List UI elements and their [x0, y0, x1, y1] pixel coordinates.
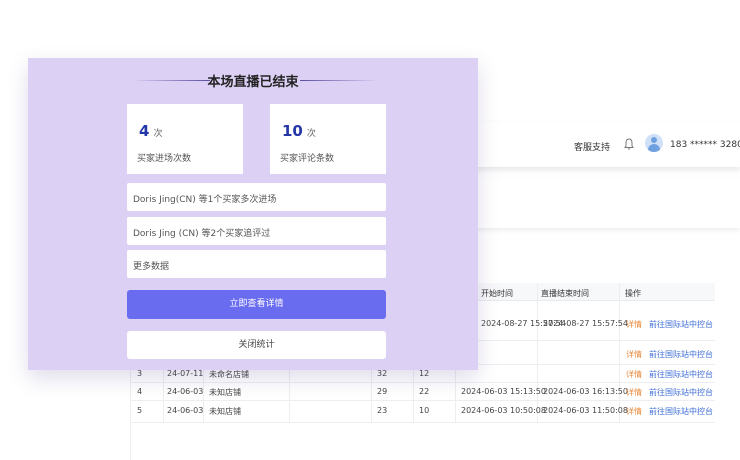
title-divider-right — [300, 80, 378, 81]
filter-panel — [470, 178, 740, 228]
avatar[interactable] — [645, 134, 663, 152]
detail-link[interactable]: 详情 — [626, 406, 642, 417]
stat-value: 10 — [282, 122, 303, 140]
console-link[interactable]: 前往国际站中控台 — [649, 319, 713, 330]
detail-link[interactable]: 详情 — [626, 369, 642, 380]
console-link[interactable]: 前往国际站中控台 — [649, 369, 713, 380]
console-link[interactable]: 前往国际站中控台 — [649, 387, 713, 398]
col-start-time: 开始时间 — [481, 289, 513, 298]
app-header: 客服支持 183 ****** 3280 — [470, 122, 740, 167]
stat-card-entries: 4次 买家进场次数 — [127, 104, 243, 174]
view-details-button[interactable]: 立即查看详情 — [127, 290, 386, 319]
info-row-follow-up-comment[interactable]: Doris Jing (CN) 等2个买家追评过 — [127, 217, 386, 245]
close-stats-button[interactable]: 关闭统计 — [127, 331, 386, 359]
user-phone: 183 ****** 3280 — [670, 140, 740, 150]
live-ended-modal: 本场直播已结束 4次 买家进场次数 10 次 买家评论条数 Doris Jing(… — [28, 58, 478, 370]
info-text: Doris Jing (CN) 等2个买家追评过 — [133, 229, 271, 239]
col-end-time: 直播结束时间 — [541, 289, 589, 298]
stat-value: 4 — [139, 122, 150, 140]
table-row: 5 24-06-03 未知店铺 23 10 2024-06-03 10:50:0… — [131, 401, 715, 423]
stat-unit: 次 — [306, 129, 316, 139]
stat-unit: 次 — [153, 129, 163, 139]
detail-link[interactable]: 详情 — [626, 319, 642, 330]
col-actions: 操作 — [625, 289, 641, 298]
support-link[interactable]: 客服支持 — [574, 140, 610, 153]
info-row-more-data[interactable]: 更多数据 — [127, 250, 386, 278]
info-row-repeat-entry[interactable]: Doris Jing(CN) 等1个买家多次进场 — [127, 183, 386, 211]
bell-icon[interactable] — [622, 137, 636, 151]
modal-title-wrap: 本场直播已结束 — [128, 70, 378, 90]
detail-link[interactable]: 详情 — [626, 387, 642, 398]
info-text: Doris Jing(CN) 等1个买家多次进场 — [133, 195, 277, 205]
stat-label: 买家进场次数 — [137, 154, 192, 164]
console-link[interactable]: 前往国际站中控台 — [649, 406, 713, 417]
table-row: 4 24-06-03 未知店铺 29 22 2024-06-03 15:13:5… — [131, 383, 715, 401]
stat-card-comments: 10 次 买家评论条数 — [270, 104, 386, 174]
screen: 客服支持 183 ****** 3280 开始时间 直播结束时间 操作 2024… — [0, 0, 740, 460]
console-link[interactable]: 前往国际站中控台 — [649, 349, 713, 360]
stat-label: 买家评论条数 — [280, 154, 335, 164]
detail-link[interactable]: 详情 — [626, 349, 642, 360]
info-text: 更多数据 — [133, 262, 170, 272]
